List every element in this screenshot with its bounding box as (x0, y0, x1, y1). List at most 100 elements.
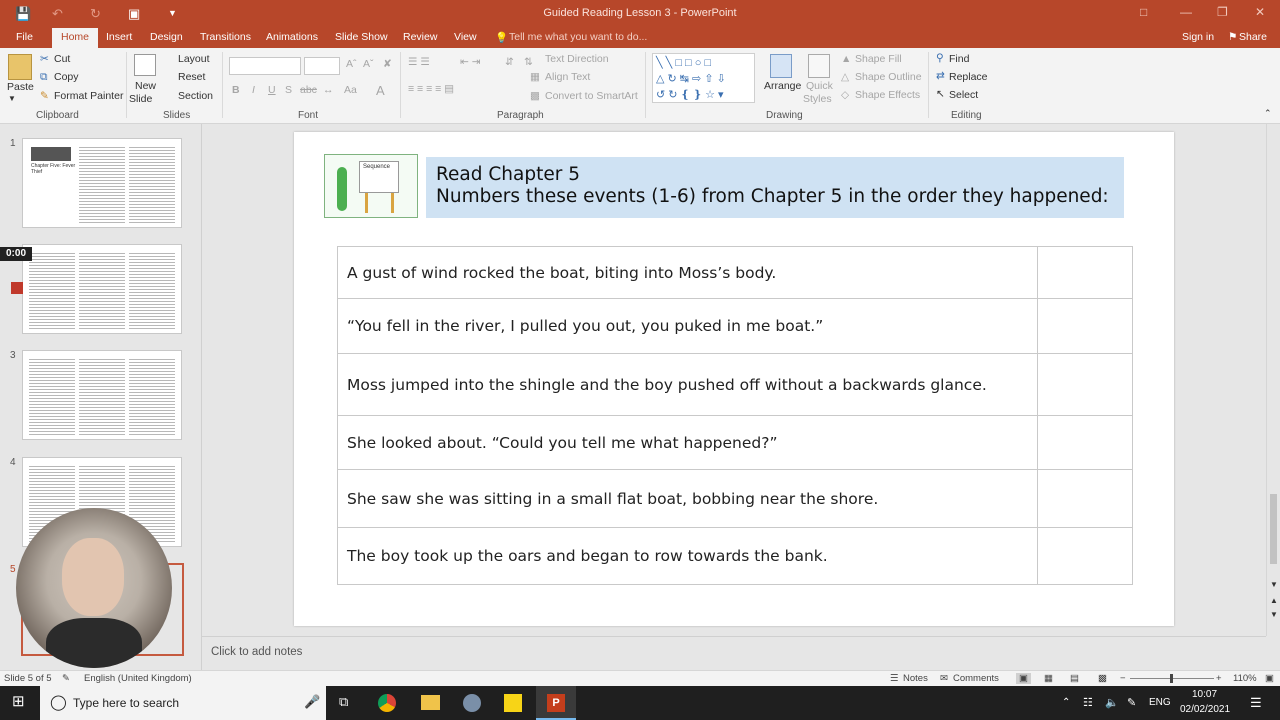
tab-transitions[interactable]: Transitions (200, 31, 251, 43)
clock-date[interactable]: 02/02/2021 (1180, 704, 1230, 715)
file-explorer-icon[interactable] (421, 695, 440, 710)
microphone-icon[interactable]: 🎤 (304, 694, 320, 710)
volume-icon[interactable]: 🔈 (1105, 696, 1119, 709)
order-cell[interactable] (1037, 246, 1133, 299)
strikethrough-button[interactable]: abc (300, 84, 317, 96)
sticky-notes-icon[interactable] (504, 694, 522, 712)
quick-styles-button-line2[interactable]: Styles (803, 93, 832, 105)
tab-home[interactable]: Home (52, 28, 99, 48)
normal-view-icon[interactable]: ▣ (1016, 673, 1031, 684)
indent-icons[interactable]: ⇤ ⇥ (460, 56, 481, 68)
quick-styles-button[interactable]: Quick (806, 80, 833, 92)
collapse-ribbon-icon[interactable]: ⌃ (1264, 108, 1272, 119)
font-name-box[interactable] (229, 57, 301, 75)
notes-placeholder[interactable]: Click to add notes (211, 646, 302, 658)
tab-file[interactable]: File (16, 31, 33, 43)
powerpoint-taskbar-button[interactable]: P (536, 686, 576, 720)
zoom-level[interactable]: 110% (1233, 673, 1257, 684)
app-icon[interactable] (463, 694, 481, 712)
new-slide-icon[interactable] (134, 54, 156, 76)
layout-button[interactable]: Layout (178, 53, 210, 65)
minimize-icon[interactable]: — (1180, 5, 1192, 19)
select-button[interactable]: Select (949, 89, 978, 101)
convert-smartart-button[interactable]: Convert to SmartArt (545, 90, 638, 102)
tab-view[interactable]: View (454, 31, 477, 43)
font-size-box[interactable] (304, 57, 340, 75)
format-painter-button[interactable]: Format Painter (54, 90, 123, 102)
network-icon[interactable]: ☷ (1083, 696, 1093, 709)
notes-pane[interactable]: Click to add notes (202, 636, 1266, 670)
shapes-gallery[interactable]: ╲ ╲ □ □ ○ □ △ ↻ ↹ ⇨ ⇧ ⇩ ↺ ↻ ❴ ❵ ☆ ▾ (652, 53, 755, 103)
show-hidden-icons[interactable]: ⌃ (1062, 697, 1070, 708)
paste-dropdown-icon[interactable]: ▼ (8, 94, 16, 103)
underline-button[interactable]: U (268, 84, 276, 96)
shape-fill-button[interactable]: Shape Fill (855, 53, 902, 65)
close-icon[interactable]: ✕ (1255, 5, 1265, 19)
ribbon-display-options-icon[interactable]: □ (1140, 5, 1147, 19)
notifications-icon[interactable]: ☰ (1250, 695, 1262, 711)
taskbar-search-box[interactable]: ◯ Type here to search 🎤 (40, 686, 326, 720)
sequence-easel-image[interactable]: Sequence (324, 154, 418, 218)
character-spacing-icon[interactable]: ↔ (323, 84, 334, 96)
tab-review[interactable]: Review (403, 31, 437, 43)
maximize-icon[interactable]: ❐ (1217, 5, 1228, 19)
bold-button[interactable]: B (232, 84, 240, 96)
tell-me-box[interactable]: Tell me what you want to do... (509, 31, 647, 43)
italic-button[interactable]: I (252, 84, 255, 96)
previous-slide-icon[interactable]: ▲ (1270, 596, 1278, 605)
new-slide-button-line2[interactable]: Slide (129, 93, 152, 105)
language-indicator[interactable]: English (United Kingdom) (84, 673, 192, 684)
instruction-banner[interactable]: Read Chapter 5 Numbers these events (1-6… (426, 157, 1124, 218)
order-cell[interactable] (1037, 298, 1133, 354)
order-cell[interactable] (1037, 527, 1133, 585)
comments-button[interactable]: Comments (953, 673, 999, 684)
text-direction-button[interactable]: Text Direction (545, 53, 609, 65)
task-view-icon[interactable]: ⧉ (339, 694, 348, 710)
tab-slide-show[interactable]: Slide Show (335, 31, 388, 43)
alignment-icons[interactable]: ≡ ≡ ≡ ≡ ▤ (408, 83, 454, 95)
align-text-button[interactable]: Align Text (545, 71, 590, 83)
clear-formatting-icon[interactable]: ✘ (383, 58, 392, 70)
reset-button[interactable]: Reset (178, 71, 205, 83)
record-icon[interactable] (11, 282, 23, 294)
next-slide-icon[interactable]: ▼ (1270, 610, 1278, 619)
line-spacing-icon[interactable]: ⇵ (505, 56, 514, 68)
zoom-in-icon[interactable]: + (1216, 673, 1222, 684)
event-text[interactable]: Moss jumped into the shingle and the boy… (337, 353, 1038, 416)
shrink-font-icon[interactable]: Aˇ (363, 58, 374, 70)
tab-design[interactable]: Design (150, 31, 183, 43)
slide-thumbnail-1[interactable]: Chapter Five: Fever Thief (22, 138, 182, 228)
tab-insert[interactable]: Insert (106, 31, 132, 43)
slide-thumbnail-3[interactable] (22, 350, 182, 440)
new-slide-button[interactable]: New (135, 80, 156, 92)
zoom-slider-handle[interactable] (1170, 674, 1173, 683)
replace-button[interactable]: Replace (949, 71, 988, 83)
pen-icon[interactable]: ✎ (1127, 696, 1136, 709)
order-cell[interactable] (1037, 469, 1133, 528)
slide-sorter-icon[interactable]: ▦ (1044, 673, 1053, 684)
find-button[interactable]: Find (949, 53, 969, 65)
scrollbar-thumb[interactable] (1270, 494, 1277, 564)
font-color-icon[interactable]: A (376, 83, 385, 98)
change-case-icon[interactable]: Aa (344, 84, 357, 96)
input-language[interactable]: ENG (1149, 697, 1171, 708)
event-text[interactable]: A gust of wind rocked the boat, biting i… (337, 246, 1038, 299)
scroll-down-icon[interactable]: ▼ (1270, 580, 1278, 589)
arrange-button[interactable]: Arrange (764, 80, 801, 92)
cut-button[interactable]: Cut (54, 53, 70, 65)
copy-button[interactable]: Copy (54, 71, 79, 83)
shape-outline-button[interactable]: Shape Outline (855, 71, 922, 83)
slide-thumbnail-2[interactable] (22, 244, 182, 334)
shape-effects-button[interactable]: Shape Effects (855, 89, 920, 101)
reading-view-icon[interactable]: ▤ (1070, 673, 1079, 684)
tab-animations[interactable]: Animations (266, 31, 318, 43)
text-shadow-button[interactable]: S (285, 84, 292, 96)
bullets-icon[interactable]: ☰ ☰ (408, 56, 430, 68)
clock-time[interactable]: 10:07 (1192, 689, 1217, 700)
event-text[interactable]: She looked about. “Could you tell me wha… (337, 415, 1038, 470)
notes-button[interactable]: Notes (903, 673, 928, 684)
windows-start-icon[interactable]: ⊞ (12, 692, 25, 710)
paste-button[interactable]: Paste (7, 81, 34, 93)
spellcheck-icon[interactable]: ✎ (62, 673, 70, 684)
chrome-icon[interactable] (378, 694, 396, 712)
